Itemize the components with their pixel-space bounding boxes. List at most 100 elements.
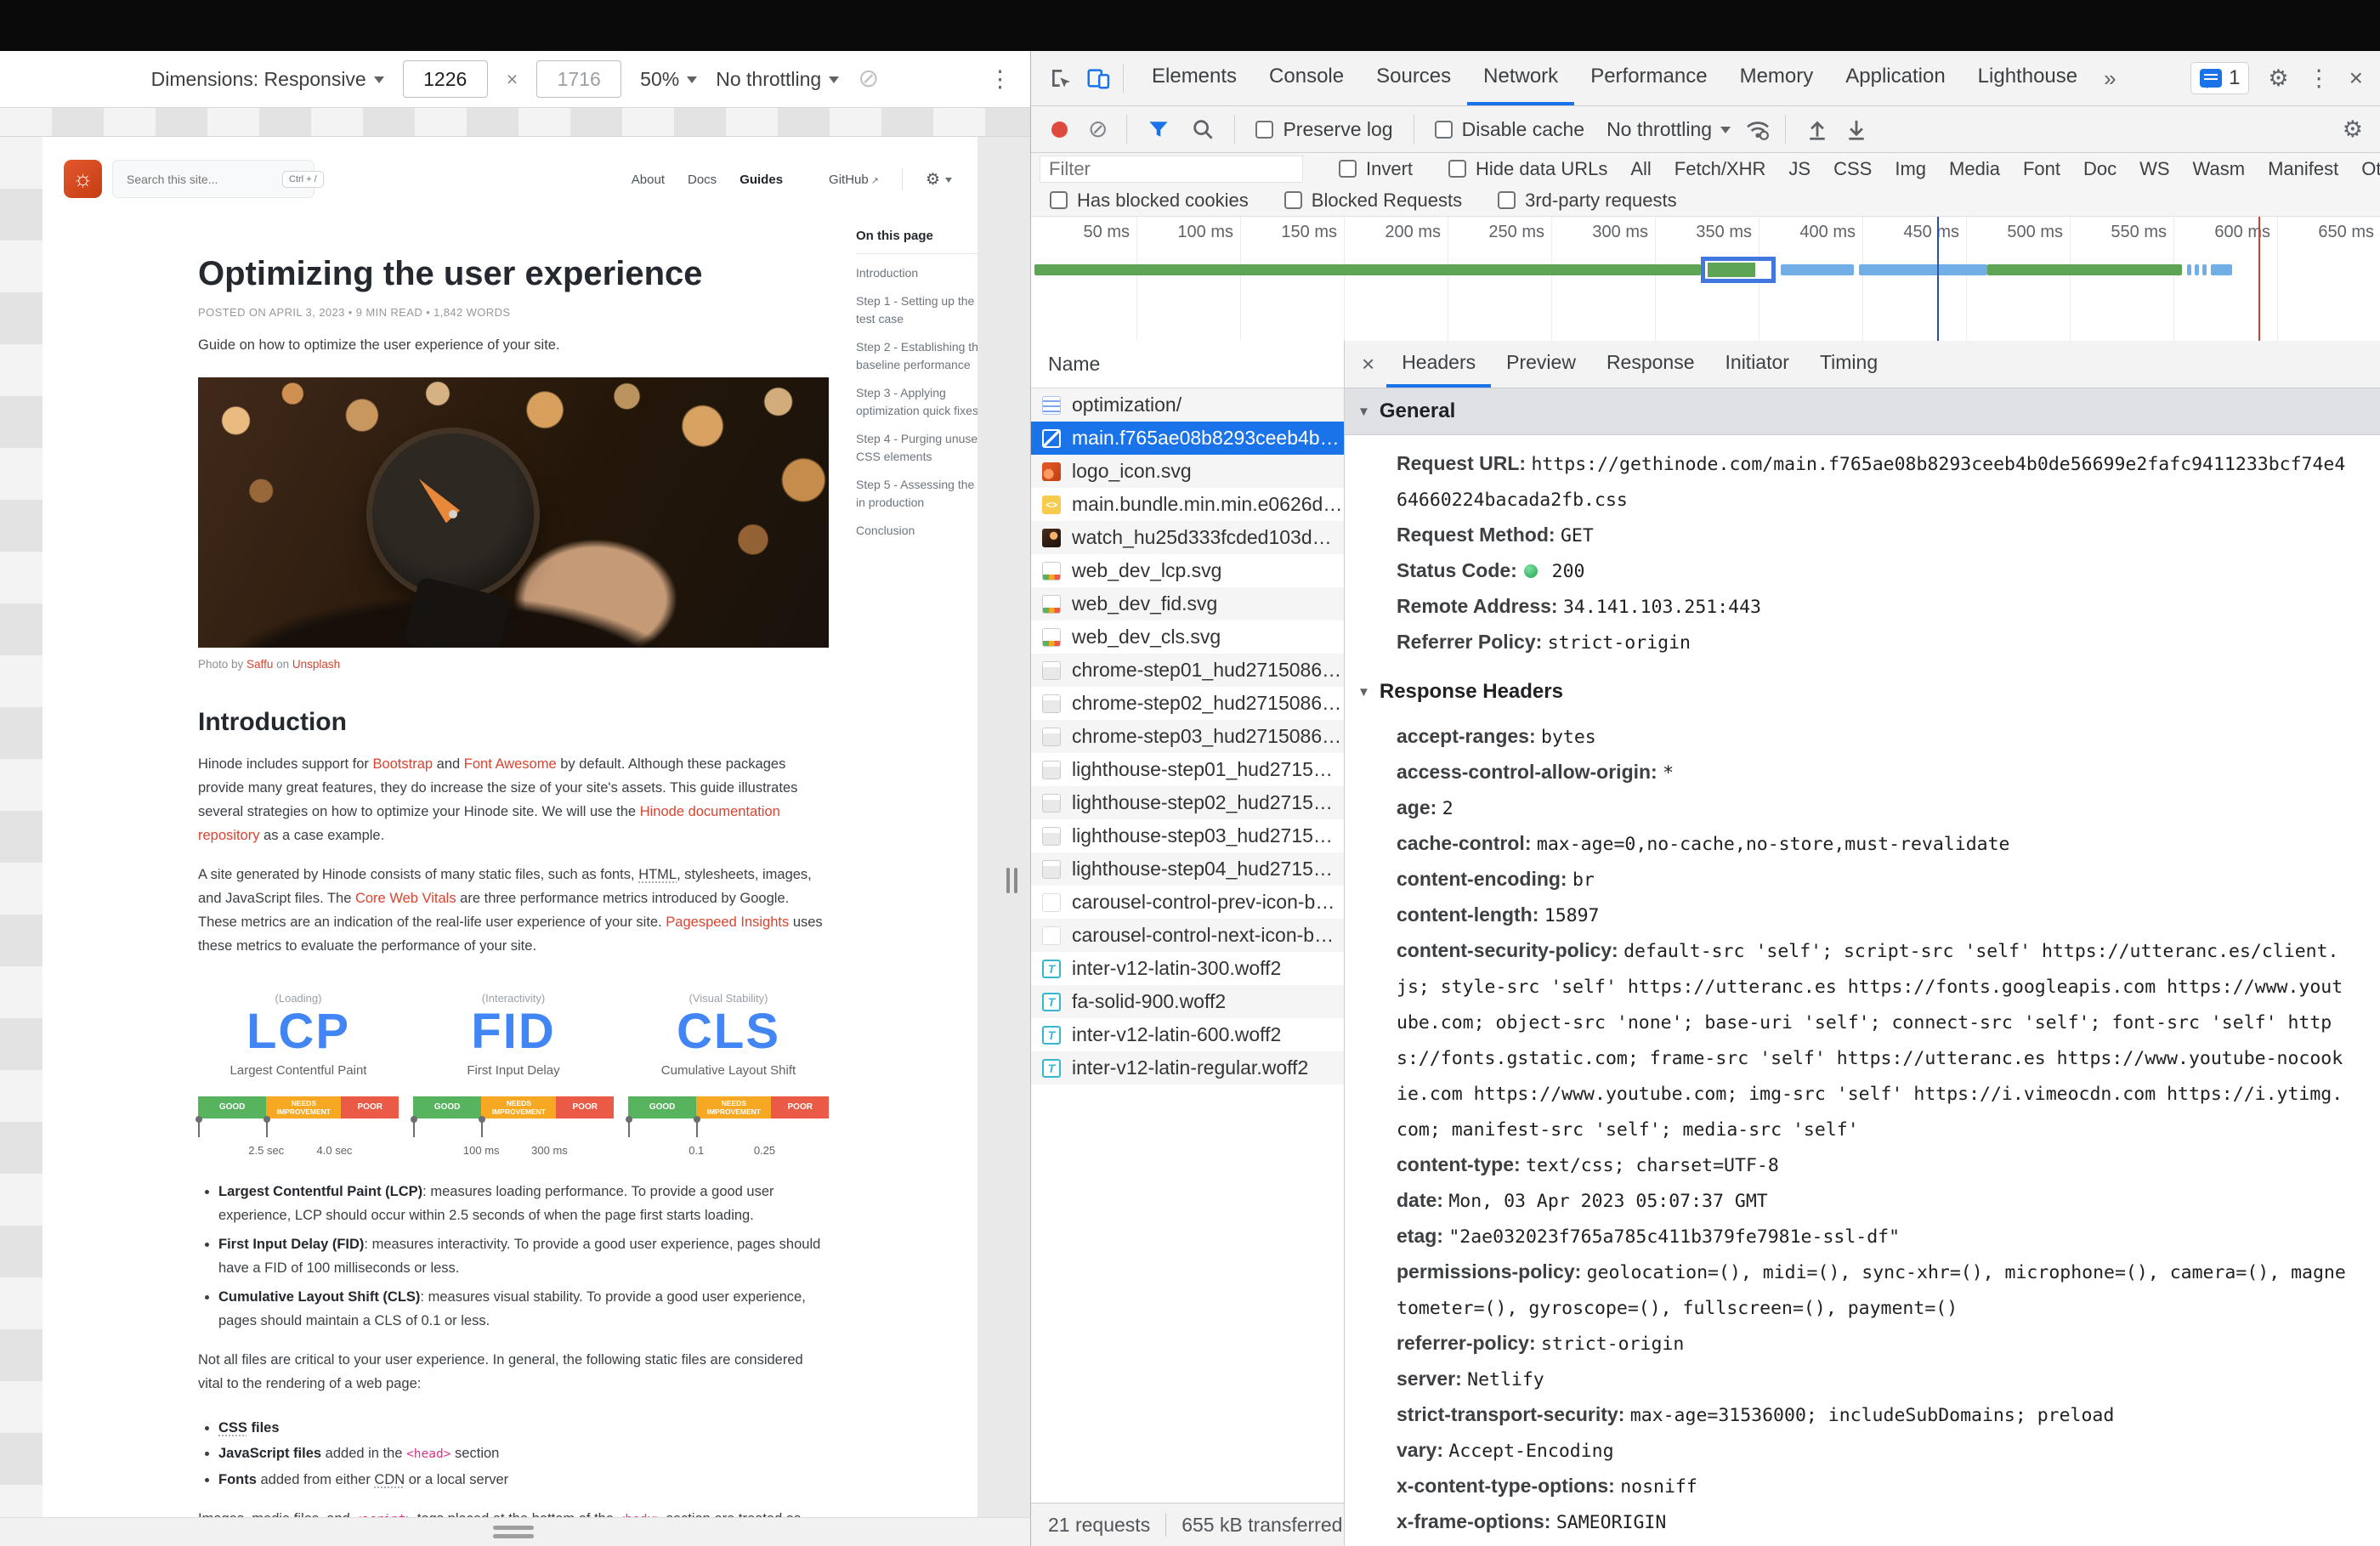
- export-har-icon[interactable]: [1844, 116, 1869, 142]
- details-tab[interactable]: Timing: [1805, 341, 1893, 388]
- settings-gear-icon[interactable]: ⚙: [2268, 65, 2288, 92]
- more-tabs-icon[interactable]: »: [2094, 65, 2126, 92]
- request-row[interactable]: web_dev_cls.svg: [1031, 620, 1344, 654]
- resource-type-filter[interactable]: All: [1630, 158, 1651, 180]
- disable-cache-checkbox[interactable]: [1434, 120, 1453, 139]
- preserve-log-checkbox[interactable]: [1255, 120, 1274, 139]
- details-tab[interactable]: Preview: [1491, 341, 1591, 388]
- toc-link[interactable]: Introduction: [856, 264, 978, 282]
- zoom-select[interactable]: 50%: [640, 68, 698, 91]
- resource-type-filter[interactable]: Other: [2361, 158, 2380, 180]
- request-row[interactable]: logo_icon.svg: [1031, 455, 1344, 488]
- close-devtools-icon[interactable]: ×: [2349, 65, 2363, 92]
- request-row[interactable]: watch_hu25d333fcded103d…: [1031, 521, 1344, 554]
- timeline-selection[interactable]: [1701, 257, 1776, 283]
- devtools-menu-icon[interactable]: ⋮: [2308, 65, 2331, 92]
- details-tab[interactable]: Headers: [1386, 341, 1492, 388]
- devtools-tab[interactable]: Memory: [1724, 51, 1830, 105]
- console-messages-badge[interactable]: 1: [2190, 62, 2250, 94]
- details-tab[interactable]: Response: [1591, 341, 1710, 388]
- request-row[interactable]: lighthouse-step04_hud2715…: [1031, 852, 1344, 886]
- network-conditions-icon[interactable]: [1744, 116, 1771, 143]
- filter-checkbox[interactable]: [1284, 191, 1302, 209]
- request-row[interactable]: web_dev_lcp.svg: [1031, 554, 1344, 587]
- toc-link[interactable]: Step 4 - Purging unused CSS elements: [856, 430, 978, 466]
- request-row[interactable]: chrome-step03_hud2715086…: [1031, 720, 1344, 753]
- network-throttling-select[interactable]: No throttling: [1606, 118, 1731, 141]
- request-row[interactable]: carousel-control-next-icon-b…: [1031, 919, 1344, 952]
- search-icon[interactable]: [1190, 116, 1216, 142]
- request-row[interactable]: main.f765ae08b8293ceeb4b…: [1031, 422, 1344, 455]
- resource-type-filter[interactable]: Manifest: [2268, 158, 2338, 180]
- resource-type-filter[interactable]: WS: [2139, 158, 2169, 180]
- response-headers-section-header[interactable]: ▼ Response Headers: [1345, 667, 2380, 708]
- devtools-tab[interactable]: Performance: [1574, 51, 1723, 105]
- devtools-tab[interactable]: Sources: [1360, 51, 1467, 105]
- request-row[interactable]: carousel-control-prev-icon-b…: [1031, 886, 1344, 919]
- throttling-select[interactable]: No throttling: [716, 68, 840, 91]
- filter-checkbox[interactable]: [1498, 191, 1516, 209]
- device-toolbar-menu-icon[interactable]: ⋮: [989, 66, 1012, 93]
- toc-link[interactable]: Step 2 - Establishing the baseline perfo…: [856, 338, 978, 374]
- inspect-element-icon[interactable]: [1048, 65, 1074, 91]
- network-settings-gear-icon[interactable]: ⚙: [2343, 116, 2363, 143]
- site-search-box[interactable]: Ctrl + /: [112, 160, 324, 198]
- request-row[interactable]: lighthouse-step02_hud2715…: [1031, 786, 1344, 819]
- invert-checkbox[interactable]: [1339, 160, 1357, 178]
- resource-type-filter[interactable]: JS: [1788, 158, 1810, 180]
- filter-funnel-icon[interactable]: [1146, 116, 1171, 142]
- request-row[interactable]: lighthouse-step01_hud2715…: [1031, 753, 1344, 786]
- nav-link[interactable]: About: [632, 173, 665, 187]
- details-tab[interactable]: Initiator: [1710, 341, 1805, 388]
- site-logo[interactable]: ☼: [64, 160, 102, 198]
- resource-type-filter[interactable]: Font: [2023, 158, 2060, 180]
- viewport-drag-handle[interactable]: [493, 1526, 534, 1543]
- toc-link[interactable]: Step 3 - Applying optimization quick fix…: [856, 384, 978, 420]
- viewport-resize-handle[interactable]: [1006, 868, 1017, 893]
- resource-type-filter[interactable]: Doc: [2083, 158, 2116, 180]
- devtools-tab[interactable]: Application: [1829, 51, 1961, 105]
- request-row[interactable]: optimization/: [1031, 388, 1344, 422]
- nav-link[interactable]: Docs: [688, 173, 717, 187]
- network-overview-timeline[interactable]: 50 ms 100 ms 150 ms 200 ms 250 ms 300 ms 350 m…: [1031, 217, 2380, 345]
- request-list-header-name[interactable]: Name: [1031, 341, 1344, 388]
- nav-link[interactable]: Guides: [740, 173, 783, 187]
- resource-type-filter[interactable]: Wasm: [2193, 158, 2246, 180]
- viewport-height-input[interactable]: [536, 60, 622, 98]
- dimensions-select[interactable]: Dimensions: Responsive: [151, 68, 384, 91]
- resource-type-filter[interactable]: CSS: [1833, 158, 1872, 180]
- request-row[interactable]: fa-solid-900.woff2: [1031, 985, 1344, 1018]
- resource-type-filter[interactable]: Media: [1949, 158, 2000, 180]
- devtools-tab[interactable]: Console: [1253, 51, 1360, 105]
- request-row[interactable]: main.bundle.min.min.e0626d…: [1031, 488, 1344, 521]
- general-section-header[interactable]: ▼ General: [1345, 388, 2380, 435]
- toggle-device-toolbar-icon[interactable]: [1085, 65, 1111, 91]
- devtools-tab[interactable]: Elements: [1136, 51, 1253, 105]
- request-row[interactable]: inter-v12-latin-600.woff2: [1031, 1018, 1344, 1051]
- filter-checkbox[interactable]: [1050, 191, 1068, 209]
- toc-link[interactable]: Step 1 - Setting up the test case: [856, 292, 978, 328]
- devtools-tab[interactable]: Network: [1467, 51, 1575, 105]
- import-har-icon[interactable]: [1805, 116, 1830, 142]
- nav-link-github[interactable]: GitHub ↗: [829, 173, 879, 187]
- close-details-icon[interactable]: ×: [1362, 351, 1374, 377]
- request-row[interactable]: chrome-step02_hud2715086…: [1031, 687, 1344, 720]
- request-row[interactable]: lighthouse-step03_hud2715…: [1031, 819, 1344, 852]
- record-network-log-icon[interactable]: [1051, 121, 1068, 138]
- request-row[interactable]: chrome-step01_hud2715086…: [1031, 654, 1344, 687]
- resource-type-filter[interactable]: Fetch/XHR: [1674, 158, 1766, 180]
- request-row[interactable]: inter-v12-latin-300.woff2: [1031, 952, 1344, 985]
- network-filter-input[interactable]: [1040, 155, 1303, 183]
- toc-link[interactable]: Step 5 - Assessing the site in productio…: [856, 476, 978, 512]
- viewport-width-input[interactable]: [402, 60, 488, 98]
- request-row[interactable]: web_dev_fid.svg: [1031, 587, 1344, 620]
- hide-data-urls-checkbox[interactable]: [1448, 160, 1467, 178]
- clear-network-log-icon[interactable]: ⊘: [1088, 117, 1108, 141]
- toc-link[interactable]: Conclusion: [856, 522, 978, 540]
- resource-type-filter[interactable]: Img: [1895, 158, 1926, 180]
- site-search-input[interactable]: [125, 171, 282, 187]
- rotate-viewport-icon[interactable]: ⊘: [858, 66, 879, 92]
- request-row[interactable]: inter-v12-latin-regular.woff2: [1031, 1051, 1344, 1084]
- theme-toggle-button[interactable]: ⚙: [926, 170, 952, 190]
- devtools-tab[interactable]: Lighthouse: [1962, 51, 2094, 105]
